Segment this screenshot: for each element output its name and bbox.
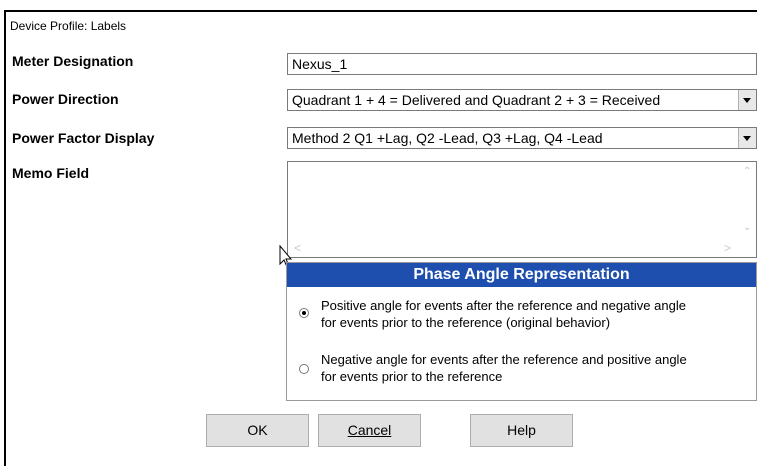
memo-field-label: Memo Field [12, 165, 90, 181]
cancel-button-label: Cancel [347, 422, 392, 438]
phase-angle-option-positive-line2: for events prior to the reference (origi… [321, 315, 611, 330]
power-factor-display-label: Power Factor Display [12, 130, 155, 146]
memo-field-textarea[interactable]: ⌃ ⌄ < > [287, 161, 757, 258]
power-factor-display-value: Method 2 Q1 +Lag, Q2 -Lead, Q3 +Lag, Q4 … [292, 130, 603, 146]
phase-angle-option-positive-line1: Positive angle for events after the refe… [321, 298, 686, 313]
help-button[interactable]: Help [470, 414, 573, 447]
phase-angle-header: Phase Angle Representation [287, 263, 756, 287]
phase-angle-option-negative-radio[interactable] [299, 364, 309, 374]
meter-designation-label: Meter Designation [12, 53, 134, 69]
dialog-border-left [4, 10, 6, 466]
phase-angle-option-negative-line1: Negative angle for events after the refe… [321, 352, 687, 367]
meter-designation-input[interactable]: Nexus_1 [287, 53, 757, 75]
dialog-title: Device Profile: Labels [10, 19, 127, 33]
phase-angle-option-negative-line2: for events prior to the reference [321, 369, 503, 384]
meter-designation-value: Nexus_1 [292, 56, 348, 72]
device-profile-labels-dialog: Device Profile: Labels Meter Designation… [0, 0, 757, 466]
phase-angle-option-positive-radio[interactable] [299, 308, 309, 318]
scroll-up-icon[interactable]: ⌃ [743, 166, 751, 177]
memo-horizontal-scrollbar[interactable]: < > [288, 240, 740, 257]
phase-angle-group: Phase Angle Representation Positive angl… [286, 262, 757, 401]
ok-button[interactable]: OK [206, 414, 309, 447]
power-factor-display-chevron-down-icon[interactable] [738, 128, 756, 148]
phase-angle-option-negative-text[interactable]: Negative angle for events after the refe… [321, 351, 687, 385]
scroll-left-icon[interactable]: < [294, 241, 301, 255]
dialog-border-top [4, 10, 757, 12]
power-factor-display-select[interactable]: Method 2 Q1 +Lag, Q2 -Lead, Q3 +Lag, Q4 … [287, 127, 757, 149]
power-direction-chevron-down-icon[interactable] [738, 90, 756, 110]
memo-vertical-scrollbar[interactable]: ⌃ ⌄ [739, 162, 756, 242]
power-direction-select[interactable]: Quadrant 1 + 4 = Delivered and Quadrant … [287, 89, 757, 111]
scroll-right-icon[interactable]: > [724, 241, 731, 255]
scroll-down-icon[interactable]: ⌄ [743, 222, 751, 233]
cancel-button[interactable]: Cancel [318, 414, 421, 447]
power-direction-label: Power Direction [12, 91, 119, 107]
phase-angle-option-positive-text[interactable]: Positive angle for events after the refe… [321, 297, 686, 331]
power-direction-value: Quadrant 1 + 4 = Delivered and Quadrant … [292, 92, 661, 108]
